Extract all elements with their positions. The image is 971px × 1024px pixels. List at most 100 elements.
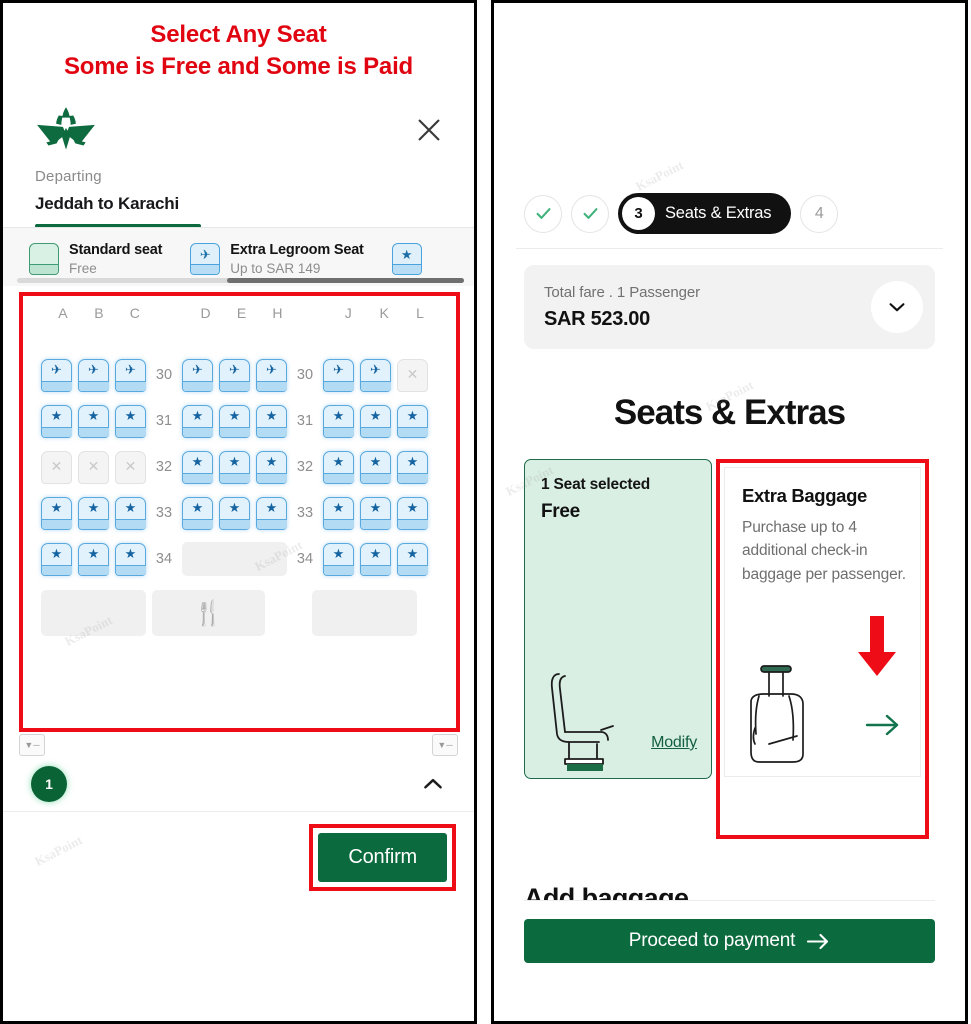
seat-mark-icon: ★ [87,499,100,515]
step-3-active[interactable]: 3 Seats & Extras [618,193,792,234]
seat-available[interactable]: ★ [182,404,213,438]
extra-baggage-card[interactable]: Extra Baggage Purchase up to 4 additiona… [724,467,921,777]
seat-extra-legroom[interactable]: ✈ [182,358,213,392]
seat-available[interactable]: ★ [360,450,391,484]
chevron-down-icon [889,303,905,312]
seat-available[interactable]: ★ [360,542,391,576]
seat-available[interactable]: ★ [115,542,146,576]
step-4-upcoming[interactable]: 4 [800,194,839,233]
seat-mark-icon: ★ [50,499,63,515]
seat-mark-icon: ★ [191,407,204,423]
seat-available[interactable]: ★ [256,496,287,530]
seat-group-right: ★ ★ ★ [323,404,428,438]
seat-available[interactable]: ★ [397,404,428,438]
seat-group-left: ✕ ✕ ✕ [41,450,146,484]
column-label-a: A [58,305,68,322]
step-2-completed[interactable] [571,194,609,233]
column-label-h: H [272,305,283,322]
seat-extra-legroom[interactable]: ✈ [360,358,391,392]
seat-available[interactable]: ★ [78,542,109,576]
row-number-right: 32 [296,459,314,476]
row-number-left: 30 [155,367,173,384]
seat-available[interactable]: ★ [323,450,354,484]
seat-extra-legroom[interactable]: ✈ [41,358,72,392]
left-panel-seat-selection: Select Any Seat Some is Free and Some is… [0,0,477,1024]
seat-selected-card[interactable]: 1 Seat selected Free Modify [524,459,712,779]
seat-mark-icon: ★ [369,499,382,515]
proceed-to-payment-label: Proceed to payment [628,930,796,951]
seatmap[interactable]: A B C D E H J K L ✈ ✈ ✈ 30 ✈ ✈ ✈ 30 ✈ ✈ ✕ ★ ★ ★ 31 ★ ★ ★ 3… [23,296,456,729]
close-icon[interactable] [414,115,444,145]
galley-center-block: 🍴 [152,590,265,637]
seat-group-right: ✈ ✈ ✕ [323,358,428,392]
passenger-badge[interactable]: 1 [31,765,67,802]
seat-mark-icon: ✈ [266,361,277,377]
saudia-logo [37,107,95,150]
step-1-completed[interactable] [524,194,562,233]
seat-group-right: ★ ★ ★ [323,450,428,484]
seat-available[interactable]: ★ [115,404,146,438]
seat-extra-legroom[interactable]: ✈ [256,358,287,392]
seat-available[interactable]: ★ [219,404,250,438]
seat-legend-strip[interactable]: Standard seat Free ✈ Extra Legroom Seat … [3,228,474,287]
seat-available[interactable]: ★ [41,404,72,438]
passenger-selection-bar[interactable]: 1 [3,756,474,813]
seat-available[interactable]: ★ [219,450,250,484]
seat-extra-legroom[interactable]: ✈ [219,358,250,392]
seat-available[interactable]: ★ [219,496,250,530]
column-label-b: B [94,305,104,322]
seat-group-middle: ✈ ✈ ✈ [182,358,287,392]
proceed-to-payment-button[interactable]: Proceed to payment [524,919,935,963]
row-number-right: 34 [296,551,314,568]
seat-available[interactable]: ★ [397,542,428,576]
seat-available[interactable]: ★ [360,404,391,438]
legend-item-standard[interactable]: Standard seat Free [15,242,176,276]
fare-label: Total fare . 1 Passenger [544,283,701,301]
seat-available[interactable]: ★ [323,542,354,576]
legend-item-partial[interactable]: ★ [378,243,436,276]
seat-available[interactable]: ★ [41,496,72,530]
seat-available[interactable]: ★ [41,542,72,576]
right-panel-seats-extras: 3 Seats & Extras 4 Total fare . 1 Passen… [491,0,968,1024]
legend-item-extra-legroom[interactable]: ✈ Extra Legroom Seat Up to SAR 149 [176,242,377,276]
annotation-line-1: Select Any Seat [150,21,327,48]
seat-unavailable: ✕ [115,450,146,484]
seat-extra-legroom[interactable]: ✈ [78,358,109,392]
page-title: Seats & Extras [613,393,846,432]
seat-available[interactable]: ★ [323,496,354,530]
seat-available[interactable]: ★ [323,404,354,438]
column-label-c: C [129,305,140,322]
seat-available[interactable]: ★ [115,496,146,530]
chevron-up-icon[interactable] [420,771,446,797]
seat-extra-legroom[interactable]: ✈ [323,358,354,392]
seat-mark-icon: ★ [191,453,204,469]
seat-mark-icon: ✈ [125,361,136,377]
seat-available[interactable]: ★ [256,450,287,484]
legend-scrollbar[interactable] [17,278,464,284]
seat-rows-container[interactable]: ✈ ✈ ✈ 30 ✈ ✈ ✈ 30 ✈ ✈ ✕ ★ ★ ★ 31 ★ ★ ★ 31 ★ ★ ★ ✕ ✕ ✕ 32 ★ ★ ★ 32 ★ ★ ★ ★… [23,330,456,582]
seat-available[interactable]: ★ [78,404,109,438]
legend-scrollbar-thumb[interactable] [227,278,464,284]
row-number-left: 31 [155,413,173,430]
seat-available[interactable]: ★ [256,404,287,438]
arrow-right-icon[interactable] [864,712,902,738]
fare-expand-button[interactable] [871,281,923,333]
seat-mark-icon: ★ [406,499,419,515]
seat-available[interactable]: ★ [397,496,428,530]
column-label-k: K [379,305,389,322]
booking-stepper[interactable]: 3 Seats & Extras 4 [494,3,965,234]
total-fare-card[interactable]: Total fare . 1 Passenger SAR 523.00 [524,265,935,349]
seat-extra-legroom[interactable]: ✈ [115,358,146,392]
seat-available[interactable]: ★ [182,450,213,484]
seat-available[interactable]: ★ [182,496,213,530]
annotation-line-2: Some is Free and Some is Paid [64,52,413,80]
preferred-glyph: ★ [400,247,413,263]
modify-seat-link[interactable]: Modify [651,734,697,752]
seat-available[interactable]: ★ [360,496,391,530]
seat-mark-icon: ✕ [124,457,137,474]
seat-group-middle [182,542,287,577]
seat-available[interactable]: ★ [397,450,428,484]
legend-price: Free [69,261,97,277]
seat-available[interactable]: ★ [78,496,109,530]
confirm-button[interactable]: Confirm [318,833,447,883]
